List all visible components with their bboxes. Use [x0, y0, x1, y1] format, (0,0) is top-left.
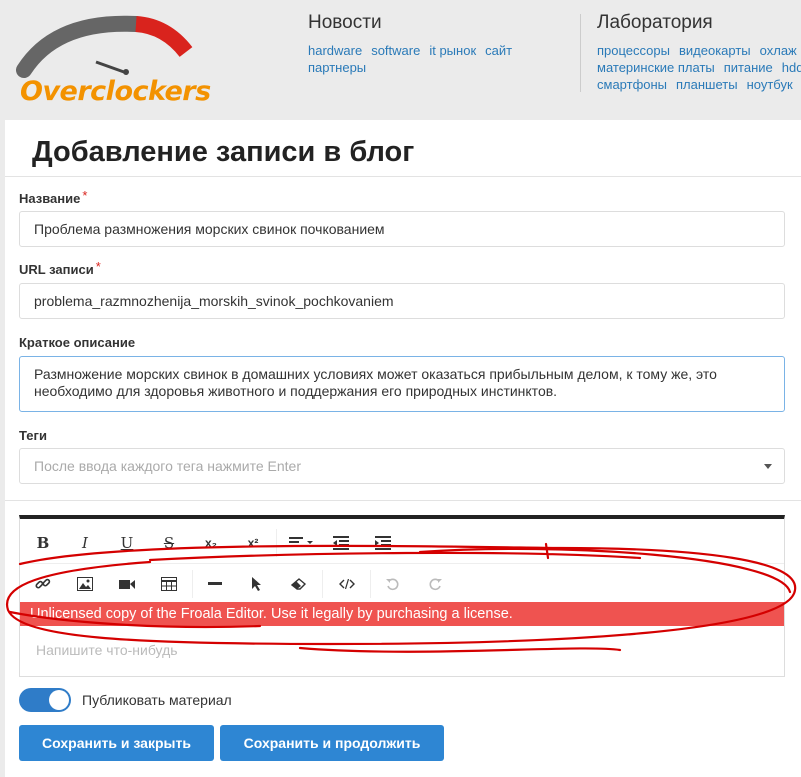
subscript-button[interactable]: x₂	[196, 529, 226, 557]
section-divider	[5, 500, 801, 501]
horizontal-line-button[interactable]	[200, 570, 230, 598]
url-label: URL записи *	[19, 259, 101, 277]
code-icon	[339, 579, 355, 589]
nav-link-cpu[interactable]: процессоры	[597, 43, 670, 58]
nav-link-smartphones[interactable]: смартфоны	[597, 77, 667, 92]
name-label: Название *	[19, 188, 88, 206]
nav-link-power[interactable]: питание	[724, 60, 773, 75]
editor-placeholder[interactable]: Напишите что-нибудь	[36, 642, 178, 658]
redo-icon	[429, 578, 442, 591]
image-icon	[77, 577, 93, 591]
nav-link-tablets[interactable]: планшеты	[676, 77, 738, 92]
superscript-button[interactable]: x²	[238, 529, 268, 557]
toolbar-separator	[192, 570, 193, 598]
eraser-icon	[291, 578, 307, 590]
clear-formatting-button[interactable]	[284, 570, 314, 598]
nav-link-it-market[interactable]: it рынок	[429, 43, 476, 58]
nav-link-hdd[interactable]: hdd	[782, 60, 801, 75]
rich-text-editor: B I U S x₂ x² Unlicensed copy of the Fro…	[19, 515, 785, 677]
description-label: Краткое описание	[19, 335, 136, 350]
description-textarea[interactable]: Размножение морских свинок в домашних ус…	[19, 356, 785, 412]
indent-icon	[375, 536, 391, 550]
italic-button[interactable]: I	[70, 529, 100, 557]
nav-link-cooling[interactable]: охлаж	[760, 43, 797, 58]
insert-table-button[interactable]	[154, 570, 184, 598]
logo-text: Overclockers	[20, 76, 211, 107]
title-divider	[5, 176, 801, 177]
outdent-icon	[333, 536, 349, 550]
name-input[interactable]: Проблема размножения морских свинок почк…	[19, 211, 785, 247]
publish-toggle[interactable]	[19, 688, 71, 712]
nav-link-partners[interactable]: партнеры	[308, 60, 366, 75]
page-title: Добавление записи в блог	[32, 136, 415, 168]
news-menu: Новости hardware software it рынок сайт пар…	[308, 12, 521, 76]
publish-label: Публиковать материал	[82, 692, 232, 708]
toolbar-separator	[370, 570, 371, 598]
url-input[interactable]: problema_razmnozhenija_morskih_svinok_po…	[19, 283, 785, 319]
news-title[interactable]: Новости	[308, 12, 521, 34]
tags-placeholder: После ввода каждого тега нажмите Enter	[34, 458, 301, 474]
link-icon	[35, 578, 51, 589]
nav-link-gpu[interactable]: видеокарты	[679, 43, 751, 58]
cursor-arrow-icon	[252, 577, 261, 591]
align-left-icon	[289, 537, 313, 547]
toolbar-separator	[322, 570, 323, 598]
nav-link-motherboards[interactable]: материнские платы	[597, 60, 715, 75]
code-view-button[interactable]	[332, 570, 362, 598]
outdent-button[interactable]	[326, 529, 356, 557]
required-mark: *	[95, 259, 101, 274]
nav-link-laptops[interactable]: ноутбук	[747, 77, 793, 92]
redo-button[interactable]	[420, 570, 450, 598]
lab-title[interactable]: Лаборатория	[597, 12, 801, 34]
insert-link-button[interactable]	[28, 570, 58, 598]
required-mark: *	[82, 188, 88, 203]
save-and-close-button[interactable]: Сохранить и закрыть	[19, 725, 214, 761]
lab-menu: Лаборатория процессоры видеокарты охлаж ма…	[597, 12, 801, 93]
insert-video-button[interactable]	[112, 570, 142, 598]
nav-link-software[interactable]: software	[371, 43, 420, 58]
license-warning-banner: Unlicensed copy of the Froala Editor. Us…	[20, 602, 784, 626]
tags-label: Теги	[19, 428, 47, 443]
dropdown-caret-icon	[764, 464, 772, 469]
toolbar-separator	[276, 529, 277, 557]
bold-button[interactable]: B	[28, 529, 58, 557]
nav-link-site[interactable]: сайт	[485, 43, 512, 58]
insert-image-button[interactable]	[70, 570, 100, 598]
undo-button[interactable]	[378, 570, 408, 598]
strikethrough-button[interactable]: S	[154, 529, 184, 557]
site-logo[interactable]: Overclockers	[16, 12, 211, 108]
horizontal-rule-icon	[208, 582, 222, 585]
table-icon	[161, 577, 177, 591]
toggle-knob	[49, 690, 69, 710]
nav-link-hardware[interactable]: hardware	[308, 43, 362, 58]
indent-button[interactable]	[368, 529, 398, 557]
save-and-continue-button[interactable]: Сохранить и продолжить	[220, 725, 444, 761]
speedometer-icon	[16, 15, 193, 78]
align-button[interactable]	[284, 529, 320, 557]
select-all-button[interactable]	[242, 570, 272, 598]
video-camera-icon	[119, 580, 135, 589]
tags-select[interactable]: После ввода каждого тега нажмите Enter	[19, 448, 785, 484]
editor-toolbar-row-2	[20, 563, 784, 603]
nav-divider	[580, 14, 581, 92]
editor-toolbar-row-1: B I U S x₂ x²	[20, 523, 784, 563]
undo-icon	[386, 578, 399, 591]
site-header: Overclockers Новости hardware software it …	[0, 0, 801, 120]
underline-button[interactable]: U	[112, 529, 142, 557]
